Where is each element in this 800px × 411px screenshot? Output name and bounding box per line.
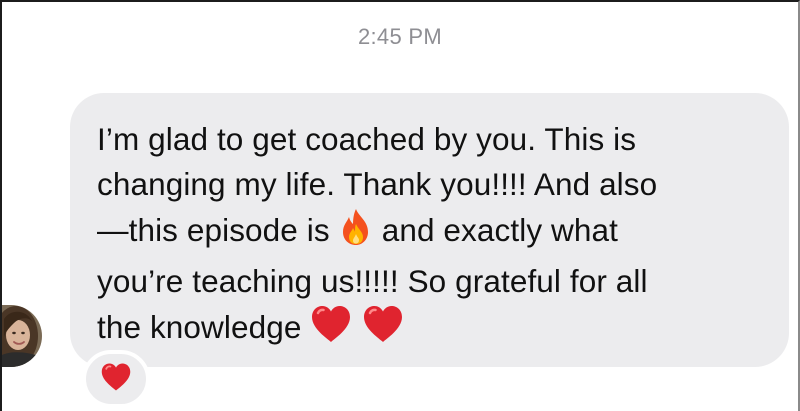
message-text-line: I’m glad to get coached by you. This is xyxy=(97,121,637,157)
message-text-segment: the knowledge xyxy=(97,309,302,345)
red-heart-emoji-icon xyxy=(309,304,353,356)
message-text-segment: —this episode is xyxy=(97,212,330,248)
message-text-line: changing my life. Thank you!!!! And also xyxy=(97,166,658,202)
message-text-line: —this episode is and exactly what xyxy=(97,207,763,259)
message-timestamp: 2:45 PM xyxy=(357,24,443,49)
profile-photo-icon xyxy=(2,305,42,367)
red-heart-emoji-icon xyxy=(99,362,133,397)
red-heart-emoji-icon xyxy=(361,304,405,356)
message-bubble[interactable]: I’m glad to get coached by you. This is … xyxy=(70,93,789,367)
message-text-line: the knowledge xyxy=(97,304,763,356)
sender-avatar[interactable] xyxy=(2,305,42,367)
message-text-segment: and exactly what xyxy=(381,212,618,248)
conversation-view: 2:45 PM I’m glad to get coached by you. … xyxy=(0,0,800,411)
message-text-line: you’re teaching us!!!!! So grateful for … xyxy=(97,263,648,299)
heart-reaction-badge[interactable] xyxy=(82,350,150,408)
fire-emoji-icon xyxy=(338,207,374,259)
